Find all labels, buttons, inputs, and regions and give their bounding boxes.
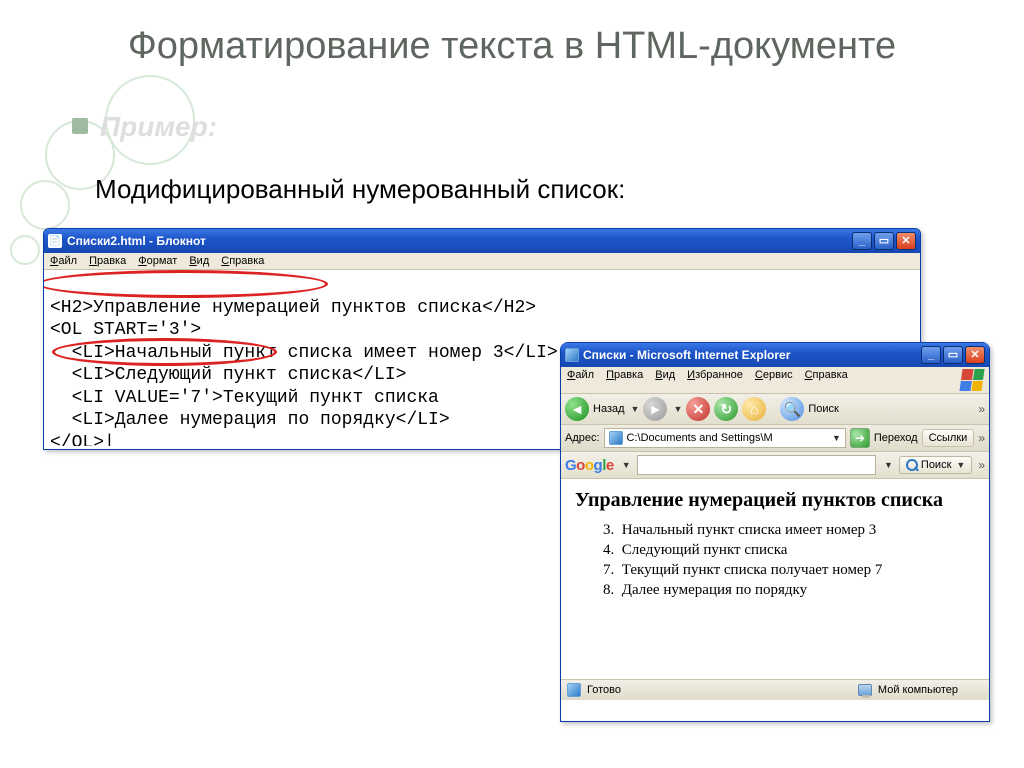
ie-toolbar: ◄ Назад ▼ ► ▼ ✕ ↻ ⌂ 🔍 Поиск » [561,394,989,425]
google-search-button[interactable]: Поиск ▼ [899,456,972,474]
menu-help[interactable]: Справка [805,369,848,391]
chevron-down-icon[interactable]: ▼ [622,460,631,470]
example-label: Пример: [100,111,217,143]
google-search-label: Поиск [921,459,951,471]
ie-menubar: Файл Правка Вид Избранное Сервис Справка [561,367,989,394]
computer-icon [858,684,872,696]
ie-window: Списки - Microsoft Internet Explorer _ ▭… [560,342,990,722]
status-zone: Мой компьютер [878,684,958,696]
ie-content-area[interactable]: Управление нумерацией пунктов списка 3. … [561,479,989,679]
search-icon[interactable]: 🔍 [780,397,804,421]
page-icon [609,431,623,445]
forward-button[interactable]: ► [643,397,667,421]
close-button[interactable]: ✕ [896,232,916,250]
address-value: C:\Documents and Settings\M [627,432,773,444]
bg-circle [10,235,40,265]
code-line: <LI VALUE='7'>Текущий пункт списка [50,388,439,408]
menu-format[interactable]: Формат [138,255,177,267]
menu-edit[interactable]: Правка [606,369,643,391]
list-item: 3. Начальный пункт списка имеет номер 3 [603,522,975,539]
chevron-down-icon: ▼ [956,460,965,470]
maximize-button[interactable]: ▭ [874,232,894,250]
overflow-icon[interactable]: » [978,458,985,472]
ie-statusbar: Готово Мой компьютер [561,679,989,700]
code-line: <LI>Начальный пункт списка имеет номер 3… [50,343,558,363]
google-search-input[interactable] [637,455,876,475]
notepad-icon: 📄 [48,234,62,248]
address-input[interactable]: C:\Documents and Settings\M ▼ [604,428,846,448]
ie-addressbar: Адрес: C:\Documents and Settings\M ▼ ➔ П… [561,425,989,452]
back-button[interactable]: ◄ [565,397,589,421]
list-item: 7. Текущий пункт списка получает номер 7 [603,562,975,579]
ie-title: Списки - Microsoft Internet Explorer [583,348,790,362]
stop-button[interactable]: ✕ [686,397,710,421]
notepad-menubar: Файл Правка Формат Вид Справка [44,253,920,270]
refresh-button[interactable]: ↻ [714,397,738,421]
windows-flag-icon [959,369,984,391]
overflow-icon[interactable]: » [978,402,985,416]
rendered-heading: Управление нумерацией пунктов списка [575,489,975,512]
menu-view[interactable]: Вид [189,255,209,267]
back-label[interactable]: Назад [593,403,625,415]
code-line: <OL START='3'> [50,320,201,340]
google-logo[interactable]: Google [565,457,614,474]
menu-view[interactable]: Вид [655,369,675,391]
list-item: 4. Следующий пункт списка [603,542,975,559]
page-icon [567,683,581,697]
ie-icon [565,348,579,362]
status-ready: Готово [587,684,621,696]
chevron-down-icon[interactable]: ▼ [832,433,841,443]
slide-subhead: Модифицированный нумерованный список: [95,174,625,205]
menu-edit[interactable]: Правка [89,255,126,267]
overflow-icon[interactable]: » [978,431,985,445]
chevron-down-icon[interactable]: ▼ [673,404,682,414]
menu-tools[interactable]: Сервис [755,369,793,391]
ie-titlebar[interactable]: Списки - Microsoft Internet Explorer _ ▭… [561,343,989,367]
notepad-titlebar[interactable]: 📄 Списки2.html - Блокнот _ ▭ ✕ [44,229,920,253]
slide-bullet [72,118,88,134]
address-label: Адрес: [565,432,600,444]
code-line: <H2>Управление нумерацией пунктов списка… [50,298,536,318]
menu-file[interactable]: Файл [50,255,77,267]
google-toolbar: Google ▼ ▼ Поиск ▼ » [561,452,989,479]
maximize-button[interactable]: ▭ [943,346,963,364]
slide-title: Форматирование текста в HTML-документе [0,25,1024,69]
chevron-down-icon[interactable]: ▼ [631,404,640,414]
search-label[interactable]: Поиск [808,403,838,415]
notepad-title: Списки2.html - Блокнот [67,234,206,248]
links-button[interactable]: Ссылки [922,429,975,447]
chevron-down-icon[interactable]: ▼ [884,460,893,470]
minimize-button[interactable]: _ [852,232,872,250]
close-button[interactable]: ✕ [965,346,985,364]
search-icon [906,459,918,471]
list-item: 8. Далее нумерация по порядку [603,582,975,599]
code-line: <LI>Следующий пункт списка</LI> [50,365,406,385]
menu-favorites[interactable]: Избранное [687,369,743,391]
go-button[interactable]: ➔ [850,428,870,448]
menu-help[interactable]: Справка [221,255,264,267]
minimize-button[interactable]: _ [921,346,941,364]
bg-circle [20,180,70,230]
go-label[interactable]: Переход [874,432,918,444]
home-button[interactable]: ⌂ [742,397,766,421]
code-line: <LI>Далее нумерация по порядку</LI> [50,410,450,430]
menu-file[interactable]: Файл [567,369,594,391]
code-line: </OL>| [50,433,115,447]
annotation-ellipse [44,270,328,298]
